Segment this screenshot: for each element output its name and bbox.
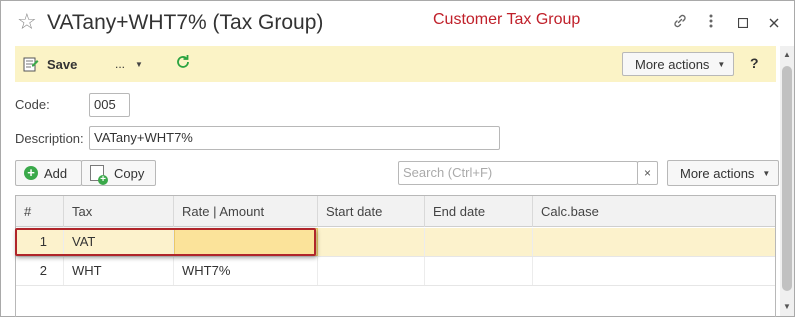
code-label: Code: bbox=[15, 97, 50, 112]
code-field[interactable]: 005 bbox=[89, 93, 130, 117]
description-field[interactable]: VATany+WHT7% bbox=[89, 126, 500, 150]
column-header-number[interactable]: # bbox=[16, 196, 64, 227]
dots-label: ... bbox=[115, 57, 126, 71]
maximize-icon[interactable] bbox=[733, 13, 753, 33]
close-icon[interactable] bbox=[764, 13, 784, 33]
caret-down-icon: ▼ bbox=[135, 59, 143, 69]
start-date-cell[interactable] bbox=[318, 257, 425, 285]
more-actions-label: More actions bbox=[635, 56, 710, 72]
scrollbar-thumb[interactable] bbox=[782, 66, 792, 291]
add-label: Add bbox=[44, 165, 68, 181]
table-more-actions-label: More actions bbox=[680, 165, 755, 181]
table-more-actions-button[interactable]: More actions ▼ bbox=[667, 160, 780, 186]
window-title: VATany+WHT7% (Tax Group) bbox=[47, 11, 324, 34]
column-header-start-date[interactable]: Start date bbox=[318, 196, 425, 227]
column-header-end-date[interactable]: End date bbox=[425, 196, 533, 227]
column-header-tax[interactable]: Tax bbox=[64, 196, 174, 227]
column-header-calc-base[interactable]: Calc.base bbox=[533, 196, 775, 227]
save-button[interactable]: Save bbox=[23, 53, 77, 75]
copy-label: Copy bbox=[114, 165, 145, 181]
calc-base-cell[interactable] bbox=[533, 257, 775, 285]
annotation-text: Customer Tax Group bbox=[433, 11, 581, 28]
link-icon[interactable] bbox=[670, 13, 690, 33]
end-date-cell[interactable] bbox=[425, 228, 533, 256]
description-label: Description: bbox=[15, 131, 84, 146]
rate-cell[interactable]: WHT7% bbox=[174, 257, 318, 285]
clear-search-button[interactable]: × bbox=[637, 161, 658, 185]
scroll-up-icon[interactable]: ▲ bbox=[780, 48, 794, 62]
caret-down-icon: ▼ bbox=[717, 59, 726, 69]
column-header-rate[interactable]: Rate | Amount bbox=[174, 196, 318, 227]
more-actions-button[interactable]: More actions ▼ bbox=[622, 52, 735, 76]
favorite-star-icon[interactable]: ☆ bbox=[17, 9, 37, 35]
vertical-scrollbar[interactable]: ▲ ▼ bbox=[780, 46, 794, 316]
command-bar: Save ... ▼ More actions ▼ ? bbox=[15, 46, 776, 82]
copy-icon bbox=[90, 165, 108, 185]
save-icon bbox=[23, 56, 39, 72]
tax-cell[interactable]: WHT bbox=[64, 257, 174, 285]
copy-button[interactable]: Copy bbox=[81, 160, 156, 186]
add-button[interactable]: + Add bbox=[15, 160, 82, 186]
row-number: 2 bbox=[16, 257, 64, 285]
save-label: Save bbox=[47, 56, 78, 72]
more-commands-button[interactable]: ... ▼ bbox=[115, 54, 143, 74]
refresh-icon[interactable] bbox=[175, 53, 191, 75]
add-icon: + bbox=[24, 166, 38, 180]
search-input[interactable]: Search (Ctrl+F) bbox=[398, 161, 638, 185]
end-date-cell[interactable] bbox=[425, 257, 533, 285]
start-date-cell[interactable] bbox=[318, 228, 425, 256]
menu-dots-icon[interactable] bbox=[701, 13, 721, 33]
tax-table: # Tax Rate | Amount Start date End date … bbox=[15, 195, 776, 317]
scroll-down-icon[interactable]: ▼ bbox=[780, 300, 794, 314]
help-button[interactable]: ? bbox=[750, 55, 759, 71]
title-bar: ☆ VATany+WHT7% (Tax Group) Customer Tax … bbox=[1, 1, 794, 45]
calc-base-cell[interactable] bbox=[533, 228, 775, 256]
table-row[interactable]: 2 WHT WHT7% bbox=[16, 257, 775, 286]
tax-group-window: ☆ VATany+WHT7% (Tax Group) Customer Tax … bbox=[0, 0, 795, 317]
table-header: # Tax Rate | Amount Start date End date … bbox=[16, 196, 775, 227]
caret-down-icon: ▼ bbox=[762, 168, 771, 178]
highlight-box bbox=[15, 228, 316, 256]
